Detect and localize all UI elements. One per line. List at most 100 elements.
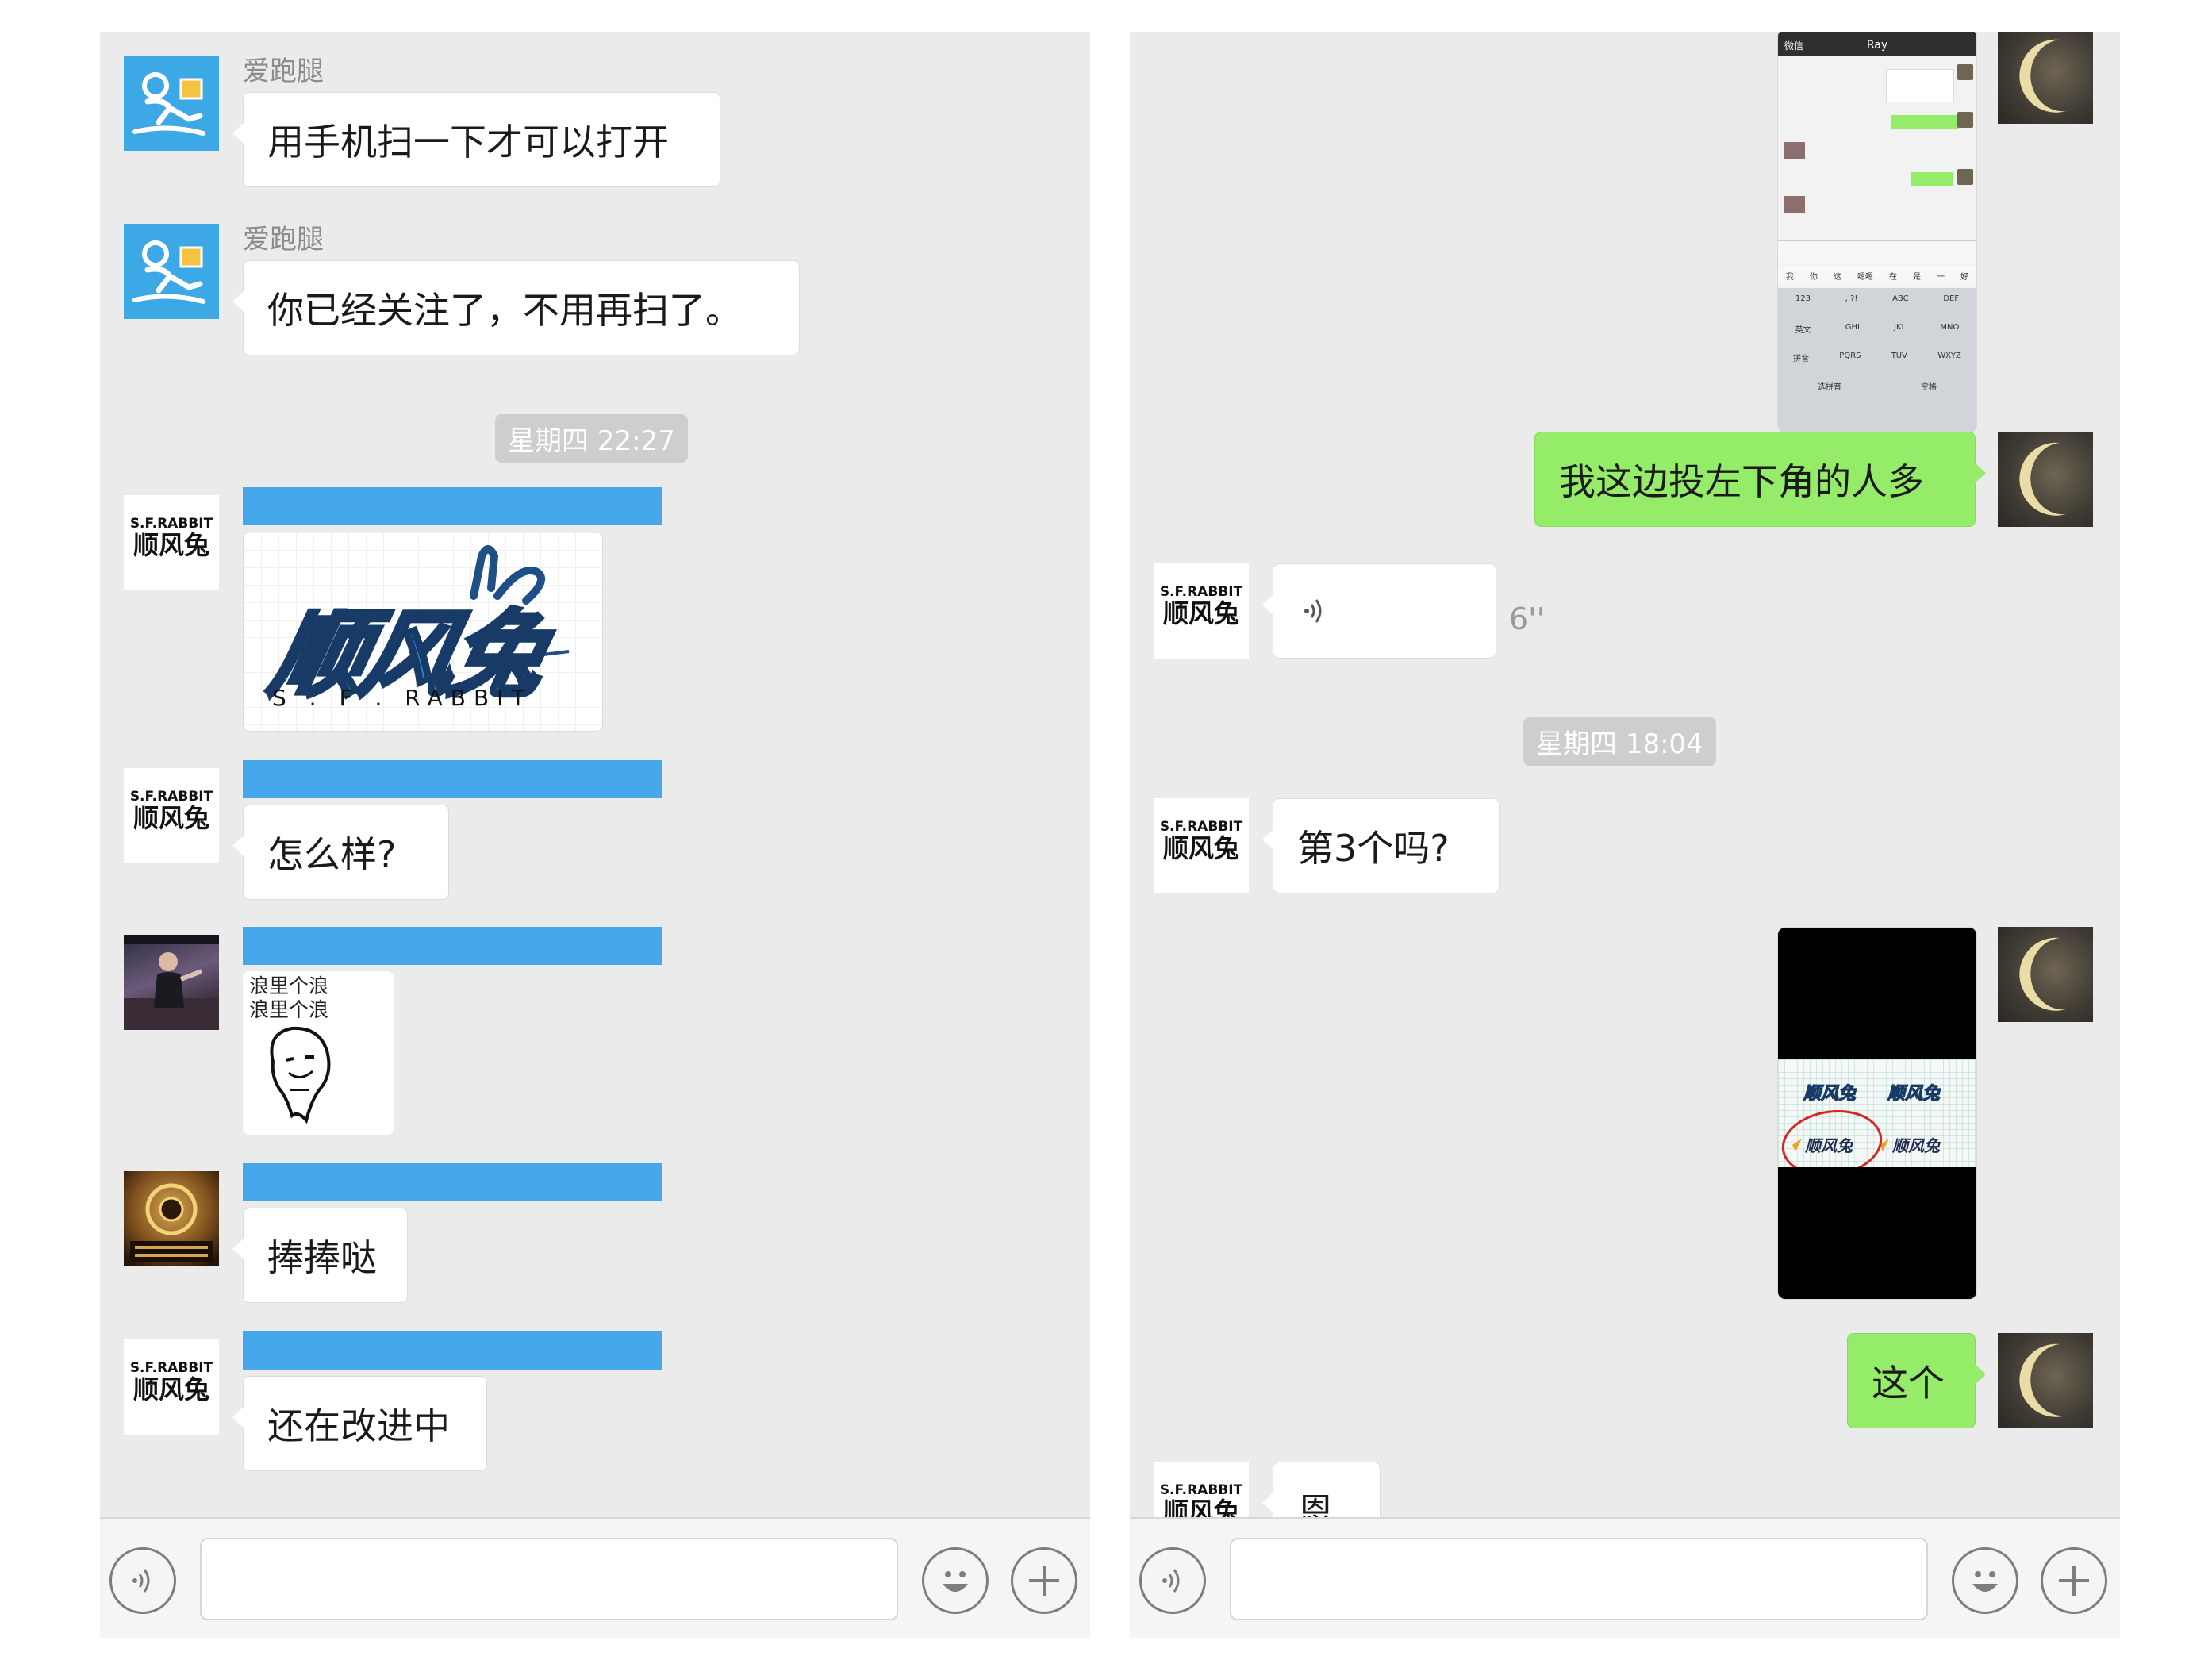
avatar-brand-en: S.F.RABBIT [129, 789, 213, 805]
person-photo-icon [124, 935, 219, 1030]
emoji-icon [943, 1571, 968, 1592]
avatar-brand-cn: 顺风兔 [1162, 598, 1239, 628]
emblem-icon [130, 1183, 213, 1262]
voice-button[interactable] [109, 1547, 176, 1614]
kb-candidate: 这 [1834, 272, 1841, 282]
logo-option-2: 顺风兔 [1887, 1084, 1941, 1104]
kb-key: DEF [1943, 294, 1960, 303]
screenshot-title: Ray [1866, 39, 1888, 52]
avatar[interactable]: S.F.RABBIT 顺风兔 [1154, 1462, 1249, 1517]
kb-key: JKL [1894, 323, 1907, 332]
message-input[interactable] [200, 1538, 898, 1620]
brand-logo-subtext: S . F . RABBIT [272, 685, 533, 711]
emoji-icon [1972, 1571, 1998, 1592]
emoji-button[interactable] [1952, 1547, 2018, 1614]
kb-key: 选拼音 [1818, 383, 1841, 392]
timestamp: 星期四 18:04 [1523, 717, 1716, 766]
voice-icon [132, 1569, 150, 1593]
redaction-bar [243, 927, 662, 965]
voice-icon [1162, 1569, 1180, 1593]
message-bubble[interactable]: 我这边投左下角的人多 [1534, 432, 1986, 527]
sender-name: 爱跑腿 [243, 224, 324, 256]
crescent-moon-icon [2019, 39, 2066, 113]
message-bubble[interactable]: 怎么样? [232, 805, 449, 900]
kb-candidate: 好 [1960, 272, 1968, 282]
more-button[interactable] [2041, 1547, 2107, 1614]
image-message[interactable]: 顺风兔 顺风兔 顺风兔 顺风兔 [1777, 927, 1977, 1300]
message-bubble[interactable]: 第3个吗? [1262, 798, 1500, 893]
logo-strip: 顺风兔 顺风兔 顺风兔 顺风兔 [1778, 1059, 1976, 1178]
logo-option-4: 顺风兔 [1891, 1136, 1941, 1155]
voice-duration: 6'' [1509, 601, 1546, 636]
message-input[interactable] [1230, 1538, 1928, 1620]
screenshot-message[interactable]: 微信 Ray 我 你 这 嗯嗯 在 是 一 好 123 ,.?! ABC DEF… [1777, 32, 1977, 433]
plus-icon [2059, 1566, 2089, 1596]
avatar[interactable] [124, 224, 219, 319]
redaction-bar [243, 1331, 662, 1370]
kb-candidate: 我 [1786, 272, 1794, 282]
logo-option-1: 顺风兔 [1803, 1084, 1857, 1104]
chat-panel-left: 爱跑腿 用手机扫一下才可以打开 爱跑腿 你已经关注了，不用再扫了。 星期四 22… [100, 32, 1090, 1638]
crescent-moon-icon [2019, 442, 2066, 516]
kb-key: GHI [1845, 323, 1860, 332]
chat-input-bar [1130, 1517, 2120, 1638]
avatar[interactable]: S.F.RABBIT 顺风兔 [1154, 798, 1249, 893]
avatar[interactable] [1998, 32, 2093, 124]
more-button[interactable] [1011, 1547, 1077, 1614]
message-bubble[interactable]: 还在改进中 [232, 1376, 487, 1471]
crescent-moon-icon [2019, 937, 2066, 1011]
avatar[interactable] [124, 1171, 219, 1266]
avatar[interactable] [1998, 927, 2093, 1022]
message-bubble[interactable]: 用手机扫一下才可以打开 [232, 92, 720, 187]
kb-candidate: 嗯嗯 [1857, 272, 1873, 282]
kb-candidate: 在 [1889, 272, 1897, 282]
kb-key: MNO [1940, 323, 1960, 332]
avatar-brand-en: S.F.RABBIT [129, 1360, 213, 1376]
kb-key: ABC [1892, 294, 1909, 303]
chat-panel-right: 微信 Ray 我 你 这 嗯嗯 在 是 一 好 123 ,.?! ABC DEF… [1130, 32, 2120, 1638]
kb-candidate: 你 [1810, 272, 1818, 282]
redaction-bar [243, 760, 662, 798]
timestamp: 星期四 22:27 [495, 414, 688, 463]
avatar[interactable] [1998, 1333, 2093, 1428]
emoji-button[interactable] [922, 1547, 989, 1614]
voice-button[interactable] [1139, 1547, 1206, 1614]
avatar-brand-cn: 顺风兔 [132, 530, 209, 560]
kb-key: PQRS [1839, 352, 1861, 360]
avatar-brand-cn: 顺风兔 [1162, 1497, 1239, 1517]
message-bubble[interactable]: 你已经关注了，不用再扫了。 [232, 260, 800, 355]
message-bubble[interactable]: 恩 [1262, 1462, 1381, 1517]
avatar[interactable]: S.F.RABBIT 顺风兔 [1154, 563, 1249, 659]
voice-wave-icon [1304, 599, 1322, 623]
avatar-brand-cn: 顺风兔 [1162, 833, 1239, 863]
sticker-message[interactable]: 浪里个浪 浪里个浪 [243, 971, 394, 1135]
kb-key: 英文 [1795, 326, 1811, 335]
kb-key: TUV [1891, 352, 1907, 360]
avatar-brand-cn: 顺风兔 [132, 803, 209, 833]
sender-name: 爱跑腿 [243, 56, 324, 87]
avatar[interactable] [1998, 432, 2093, 527]
voice-message[interactable] [1262, 563, 1496, 659]
avatar[interactable]: S.F.RABBIT 顺风兔 [124, 768, 219, 863]
redaction-bar [243, 487, 662, 525]
avatar[interactable] [124, 935, 219, 1030]
avatar[interactable] [124, 56, 219, 151]
chat-message-list[interactable]: 微信 Ray 我 你 这 嗯嗯 在 是 一 好 123 ,.?! ABC DEF… [1130, 32, 2120, 1517]
avatar-brand-en: S.F.RABBIT [1159, 1482, 1243, 1498]
message-bubble[interactable]: 这个 [1847, 1333, 1986, 1428]
kb-key: 123 [1795, 294, 1811, 303]
kb-candidate: 是 [1913, 272, 1921, 282]
logo-options-icon: 顺风兔 顺风兔 顺风兔 顺风兔 [1781, 1084, 1942, 1178]
avatar-brand-en: S.F.RABBIT [1159, 584, 1243, 600]
message-bubble[interactable]: 捧捧哒 [232, 1208, 408, 1303]
meme-face-icon [270, 1026, 331, 1124]
avatar[interactable]: S.F.RABBIT 顺风兔 [124, 495, 219, 590]
avatar[interactable]: S.F.RABBIT 顺风兔 [124, 1339, 219, 1435]
crescent-moon-icon [2019, 1343, 2066, 1417]
image-message[interactable]: 顺风兔 S . F . RABBIT [243, 532, 603, 732]
kb-key: WXYZ [1937, 352, 1961, 360]
kb-key: 拼音 [1793, 355, 1810, 363]
avatar-brand-cn: 顺风兔 [132, 1374, 209, 1404]
chat-message-list[interactable]: 爱跑腿 用手机扫一下才可以打开 爱跑腿 你已经关注了，不用再扫了。 星期四 22… [100, 32, 1090, 1517]
avatar-brand-en: S.F.RABBIT [129, 516, 213, 532]
